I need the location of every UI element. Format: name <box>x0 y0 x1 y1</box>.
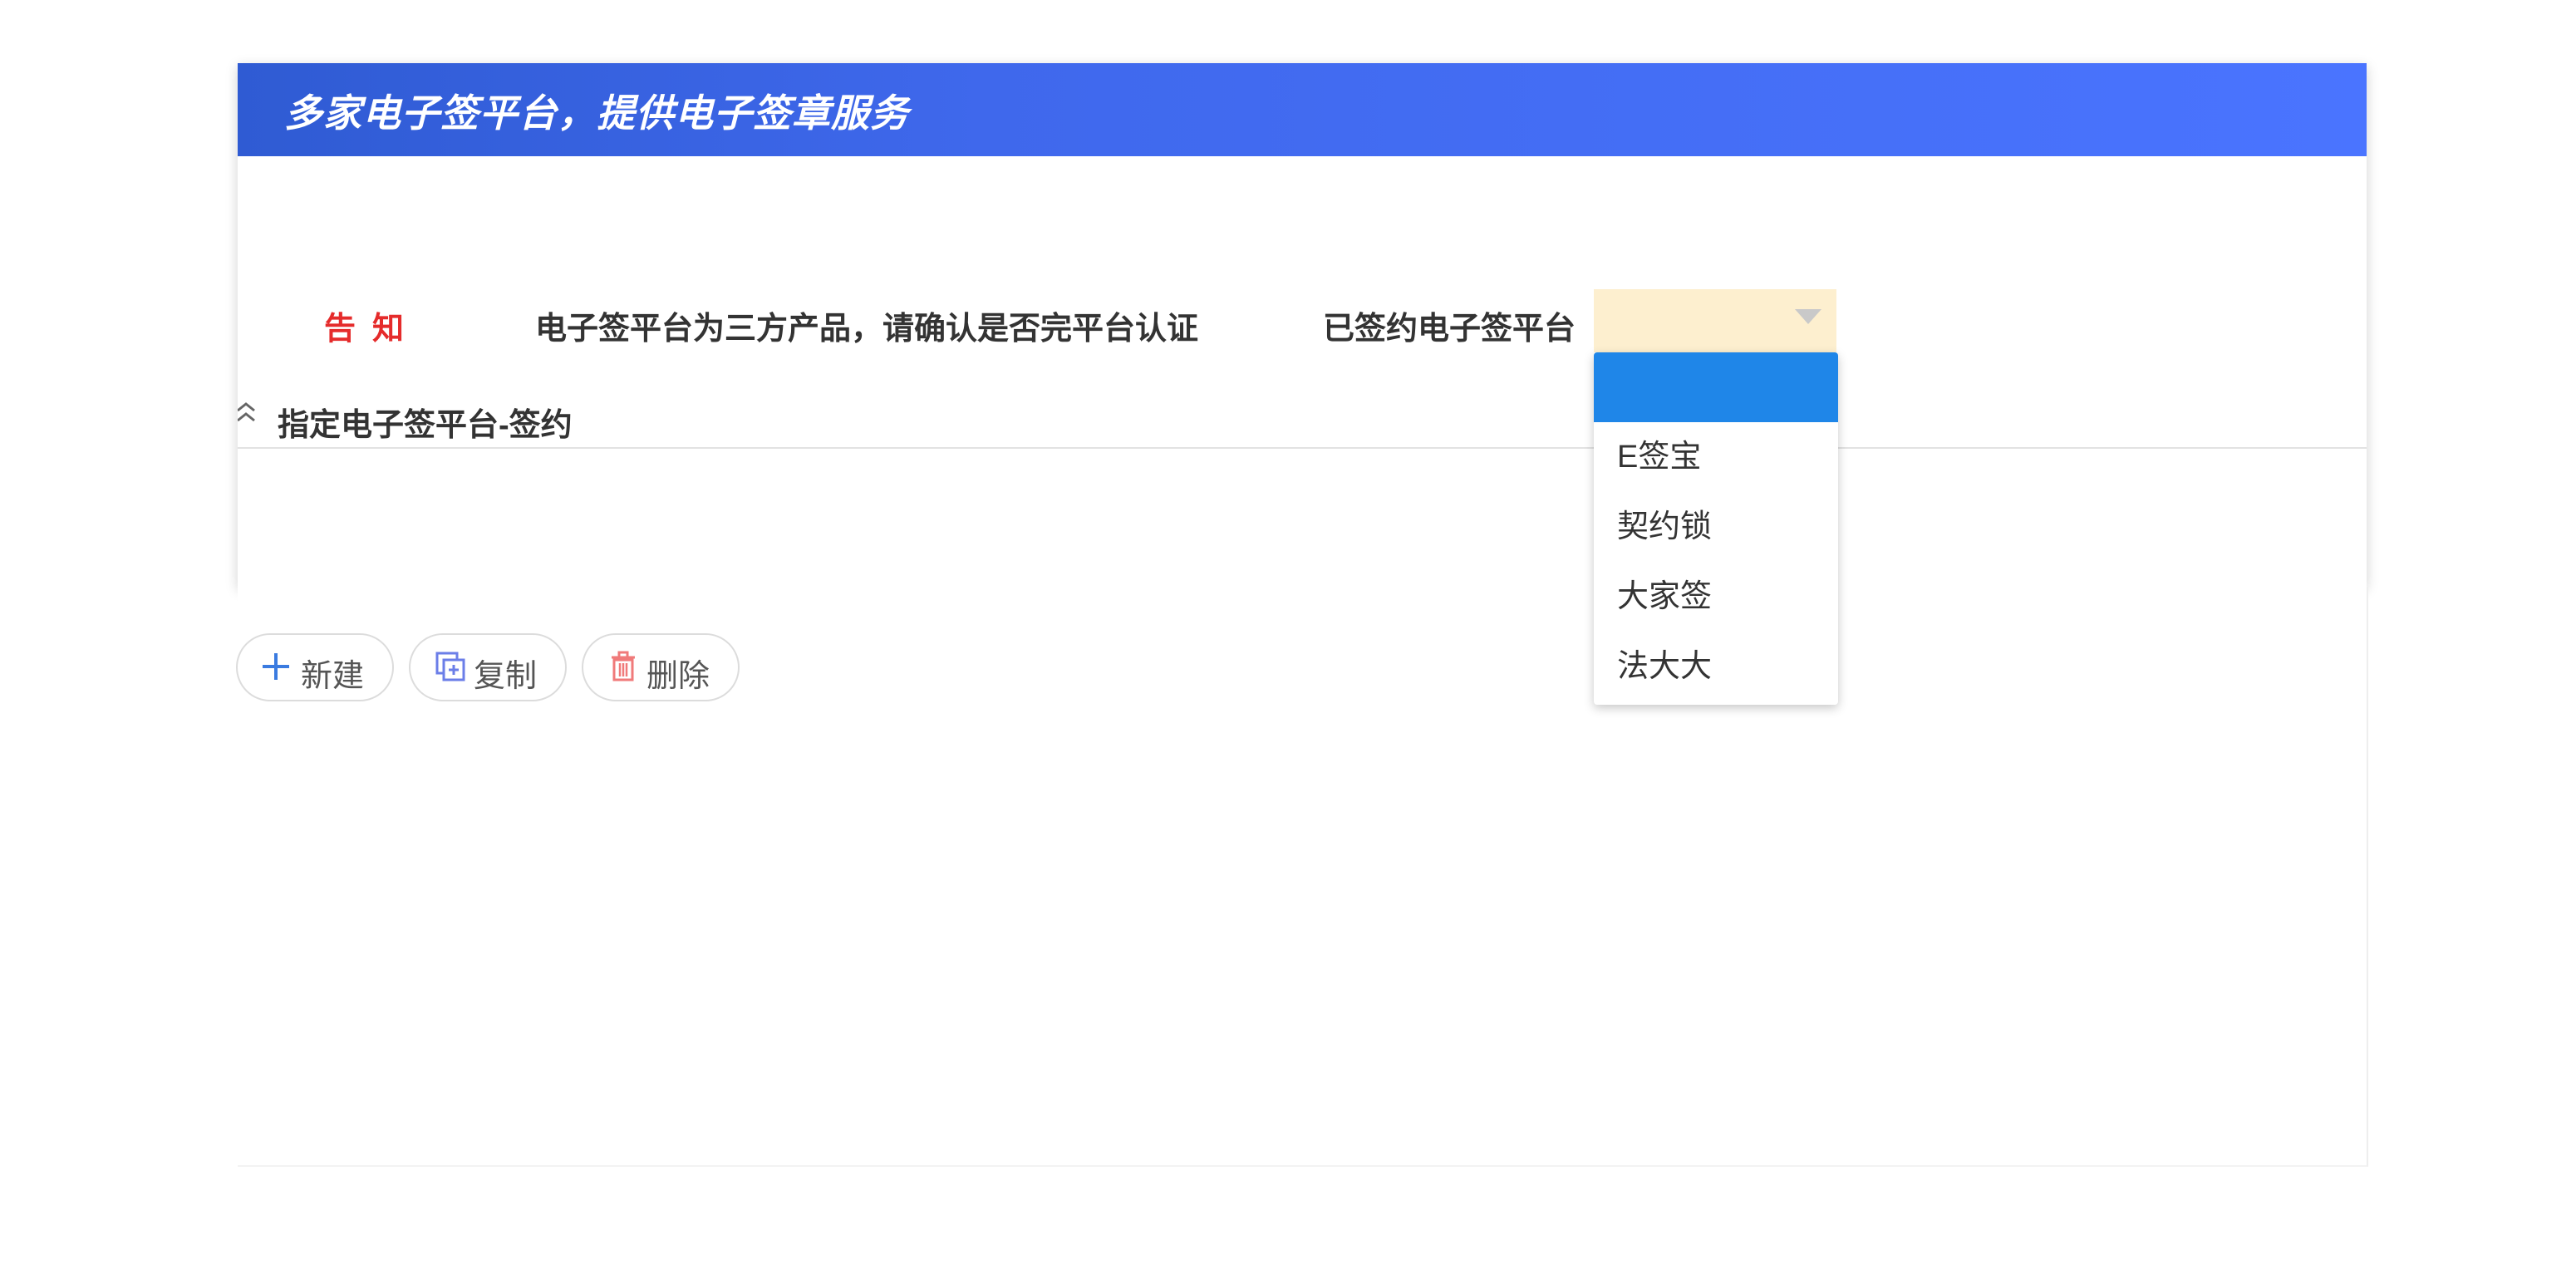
caret-down-icon[interactable] <box>1795 309 1821 324</box>
section-title: 指定电子签平台-签约 <box>278 408 573 443</box>
form-card: 多家电子签平台，提供电子签章服务 告知 电子签平台为三方产品，请确认是否完平台认… <box>238 63 2367 587</box>
new-button[interactable]: 新建 <box>236 633 394 701</box>
notice-text: 电子签平台为三方产品，请确认是否完平台认证 <box>535 312 1199 347</box>
platform-label: 已签约电子签平台 <box>1323 312 1576 347</box>
header-banner: 多家电子签平台，提供电子签章服务 <box>238 63 2367 156</box>
copy-button-label: 复制 <box>474 659 538 694</box>
form-row: 告知 电子签平台为三方产品，请确认是否完平台认证 已签约电子签平台 <box>238 289 2367 354</box>
delete-button-label: 删除 <box>646 659 710 694</box>
new-button-label: 新建 <box>301 659 365 694</box>
table-area: 新建 复制 删除 <box>236 587 2368 1167</box>
section-header: 指定电子签平台-签约 <box>238 387 2367 449</box>
dropdown-option-fadada[interactable]: 法大大 <box>1594 632 1838 701</box>
plus-icon <box>259 650 293 683</box>
collapse-chevron-icon[interactable] <box>238 397 258 435</box>
copy-icon <box>434 650 467 683</box>
dropdown-option-empty[interactable] <box>1594 352 1838 422</box>
delete-button[interactable]: 删除 <box>582 633 740 701</box>
dropdown-option-qiyuesuo[interactable]: 契约锁 <box>1594 492 1838 562</box>
dropdown-option-dajiaqian[interactable]: 大家签 <box>1594 562 1838 632</box>
platform-select[interactable] <box>1594 289 1836 352</box>
notice-label: 告知 <box>324 312 421 347</box>
platform-dropdown-menu: E签宝 契约锁 大家签 法大大 <box>1594 352 1838 705</box>
copy-button[interactable]: 复制 <box>409 633 567 701</box>
banner-title: 多家电子签平台，提供电子签章服务 <box>284 91 909 135</box>
dropdown-option-esign[interactable]: E签宝 <box>1594 422 1838 492</box>
trash-icon <box>607 650 640 683</box>
